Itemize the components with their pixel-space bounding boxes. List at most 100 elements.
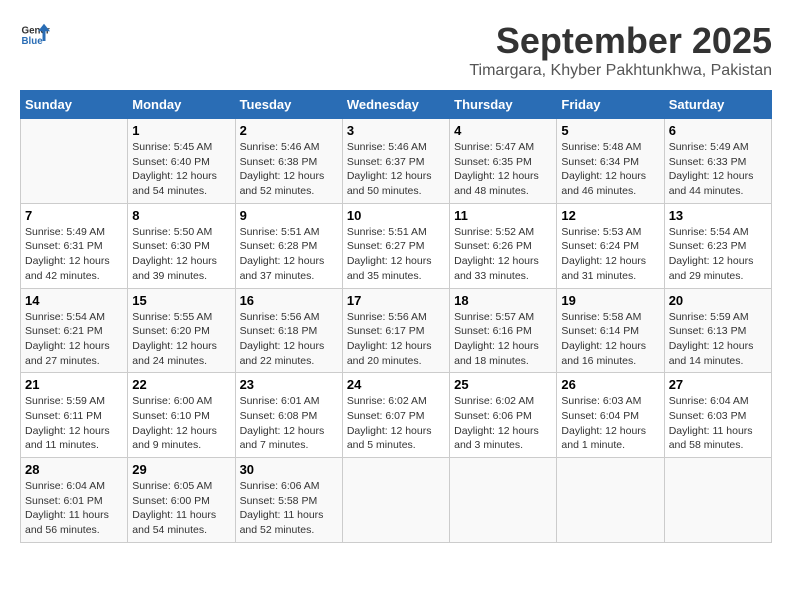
day-number: 16 [240, 293, 338, 308]
day-info: Sunrise: 5:55 AMSunset: 6:20 PMDaylight:… [132, 310, 230, 369]
day-number: 17 [347, 293, 445, 308]
header-row: SundayMondayTuesdayWednesdayThursdayFrid… [21, 91, 772, 119]
day-number: 30 [240, 462, 338, 477]
day-info: Sunrise: 6:03 AMSunset: 6:04 PMDaylight:… [561, 394, 659, 453]
calendar-cell: 30 Sunrise: 6:06 AMSunset: 5:58 PMDayligh… [235, 458, 342, 543]
day-info: Sunrise: 5:56 AMSunset: 6:18 PMDaylight:… [240, 310, 338, 369]
day-info: Sunrise: 6:04 AMSunset: 6:01 PMDaylight:… [25, 479, 123, 538]
day-number: 13 [669, 208, 767, 223]
day-number: 9 [240, 208, 338, 223]
day-number: 29 [132, 462, 230, 477]
calendar-cell [664, 458, 771, 543]
logo: General Blue [20, 20, 50, 50]
day-number: 26 [561, 377, 659, 392]
month-title: September 2025 [469, 20, 772, 62]
day-number: 10 [347, 208, 445, 223]
col-header-tuesday: Tuesday [235, 91, 342, 119]
day-info: Sunrise: 5:47 AMSunset: 6:35 PMDaylight:… [454, 140, 552, 199]
day-number: 3 [347, 123, 445, 138]
calendar-cell [21, 119, 128, 204]
calendar-cell: 25 Sunrise: 6:02 AMSunset: 6:06 PMDayligh… [450, 373, 557, 458]
svg-text:Blue: Blue [22, 36, 44, 47]
week-row-1: 1 Sunrise: 5:45 AMSunset: 6:40 PMDaylight… [21, 119, 772, 204]
calendar-cell [342, 458, 449, 543]
day-number: 2 [240, 123, 338, 138]
day-info: Sunrise: 5:56 AMSunset: 6:17 PMDaylight:… [347, 310, 445, 369]
calendar-table: SundayMondayTuesdayWednesdayThursdayFrid… [20, 90, 772, 543]
day-number: 24 [347, 377, 445, 392]
logo-icon: General Blue [20, 20, 50, 50]
day-info: Sunrise: 5:50 AMSunset: 6:30 PMDaylight:… [132, 225, 230, 284]
col-header-monday: Monday [128, 91, 235, 119]
calendar-cell: 18 Sunrise: 5:57 AMSunset: 6:16 PMDayligh… [450, 288, 557, 373]
week-row-5: 28 Sunrise: 6:04 AMSunset: 6:01 PMDayligh… [21, 458, 772, 543]
day-number: 25 [454, 377, 552, 392]
day-info: Sunrise: 5:54 AMSunset: 6:21 PMDaylight:… [25, 310, 123, 369]
calendar-cell: 8 Sunrise: 5:50 AMSunset: 6:30 PMDaylight… [128, 203, 235, 288]
day-info: Sunrise: 6:06 AMSunset: 5:58 PMDaylight:… [240, 479, 338, 538]
calendar-cell: 10 Sunrise: 5:51 AMSunset: 6:27 PMDayligh… [342, 203, 449, 288]
day-info: Sunrise: 5:51 AMSunset: 6:27 PMDaylight:… [347, 225, 445, 284]
day-number: 14 [25, 293, 123, 308]
day-number: 27 [669, 377, 767, 392]
day-info: Sunrise: 5:54 AMSunset: 6:23 PMDaylight:… [669, 225, 767, 284]
day-info: Sunrise: 6:02 AMSunset: 6:07 PMDaylight:… [347, 394, 445, 453]
day-info: Sunrise: 5:58 AMSunset: 6:14 PMDaylight:… [561, 310, 659, 369]
calendar-cell: 22 Sunrise: 6:00 AMSunset: 6:10 PMDayligh… [128, 373, 235, 458]
day-number: 1 [132, 123, 230, 138]
day-info: Sunrise: 6:01 AMSunset: 6:08 PMDaylight:… [240, 394, 338, 453]
day-info: Sunrise: 5:45 AMSunset: 6:40 PMDaylight:… [132, 140, 230, 199]
calendar-cell: 4Sunrise: 5:47 AMSunset: 6:35 PMDaylight… [450, 119, 557, 204]
day-number: 15 [132, 293, 230, 308]
col-header-thursday: Thursday [450, 91, 557, 119]
col-header-wednesday: Wednesday [342, 91, 449, 119]
day-info: Sunrise: 5:49 AMSunset: 6:31 PMDaylight:… [25, 225, 123, 284]
col-header-friday: Friday [557, 91, 664, 119]
day-number: 12 [561, 208, 659, 223]
day-info: Sunrise: 5:59 AMSunset: 6:11 PMDaylight:… [25, 394, 123, 453]
day-info: Sunrise: 5:59 AMSunset: 6:13 PMDaylight:… [669, 310, 767, 369]
col-header-saturday: Saturday [664, 91, 771, 119]
calendar-cell: 11Sunrise: 5:52 AMSunset: 6:26 PMDayligh… [450, 203, 557, 288]
calendar-cell: 1 Sunrise: 5:45 AMSunset: 6:40 PMDaylight… [128, 119, 235, 204]
calendar-cell: 5 Sunrise: 5:48 AMSunset: 6:34 PMDaylight… [557, 119, 664, 204]
day-number: 7 [25, 208, 123, 223]
day-number: 18 [454, 293, 552, 308]
day-number: 6 [669, 123, 767, 138]
calendar-cell: 15 Sunrise: 5:55 AMSunset: 6:20 PMDayligh… [128, 288, 235, 373]
calendar-cell: 3 Sunrise: 5:46 AMSunset: 6:37 PMDaylight… [342, 119, 449, 204]
calendar-cell: 16 Sunrise: 5:56 AMSunset: 6:18 PMDayligh… [235, 288, 342, 373]
day-number: 8 [132, 208, 230, 223]
day-number: 19 [561, 293, 659, 308]
day-number: 11 [454, 208, 552, 223]
subtitle: Timargara, Khyber Pakhtunkhwa, Pakistan [469, 62, 772, 80]
day-info: Sunrise: 5:48 AMSunset: 6:34 PMDaylight:… [561, 140, 659, 199]
day-info: Sunrise: 6:04 AMSunset: 6:03 PMDaylight:… [669, 394, 767, 453]
calendar-cell: 24 Sunrise: 6:02 AMSunset: 6:07 PMDayligh… [342, 373, 449, 458]
col-header-sunday: Sunday [21, 91, 128, 119]
day-number: 21 [25, 377, 123, 392]
calendar-cell: 14 Sunrise: 5:54 AMSunset: 6:21 PMDayligh… [21, 288, 128, 373]
week-row-2: 7 Sunrise: 5:49 AMSunset: 6:31 PMDaylight… [21, 203, 772, 288]
day-number: 28 [25, 462, 123, 477]
day-info: Sunrise: 5:53 AMSunset: 6:24 PMDaylight:… [561, 225, 659, 284]
day-info: Sunrise: 5:57 AMSunset: 6:16 PMDaylight:… [454, 310, 552, 369]
calendar-cell: 20 Sunrise: 5:59 AMSunset: 6:13 PMDayligh… [664, 288, 771, 373]
calendar-cell: 29Sunrise: 6:05 AMSunset: 6:00 PMDayligh… [128, 458, 235, 543]
calendar-cell: 27 Sunrise: 6:04 AMSunset: 6:03 PMDayligh… [664, 373, 771, 458]
calendar-cell: 2 Sunrise: 5:46 AMSunset: 6:38 PMDaylight… [235, 119, 342, 204]
header: General Blue September 2025 Timargara, K… [20, 20, 772, 80]
day-info: Sunrise: 6:02 AMSunset: 6:06 PMDaylight:… [454, 394, 552, 453]
day-info: Sunrise: 5:46 AMSunset: 6:38 PMDaylight:… [240, 140, 338, 199]
calendar-cell: 23Sunrise: 6:01 AMSunset: 6:08 PMDayligh… [235, 373, 342, 458]
calendar-cell: 21 Sunrise: 5:59 AMSunset: 6:11 PMDayligh… [21, 373, 128, 458]
day-number: 22 [132, 377, 230, 392]
calendar-cell: 13 Sunrise: 5:54 AMSunset: 6:23 PMDayligh… [664, 203, 771, 288]
day-number: 20 [669, 293, 767, 308]
day-info: Sunrise: 5:46 AMSunset: 6:37 PMDaylight:… [347, 140, 445, 199]
day-info: Sunrise: 5:49 AMSunset: 6:33 PMDaylight:… [669, 140, 767, 199]
day-info: Sunrise: 6:00 AMSunset: 6:10 PMDaylight:… [132, 394, 230, 453]
calendar-cell [450, 458, 557, 543]
day-number: 5 [561, 123, 659, 138]
calendar-cell: 7 Sunrise: 5:49 AMSunset: 6:31 PMDaylight… [21, 203, 128, 288]
